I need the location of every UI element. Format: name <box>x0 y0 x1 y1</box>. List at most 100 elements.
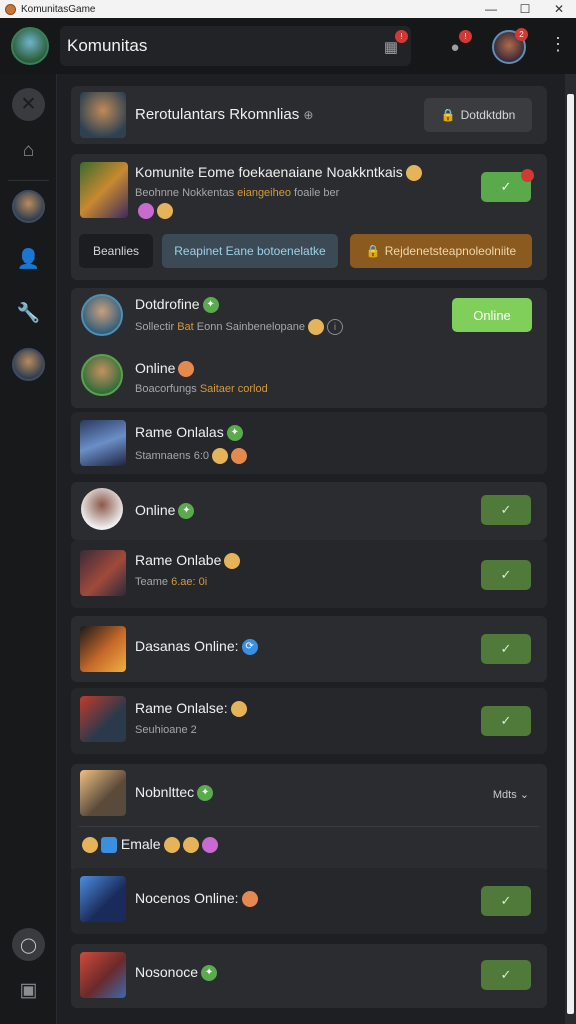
notification-box-icon[interactable]: ▦! <box>378 30 408 60</box>
community-logo-icon[interactable] <box>11 27 49 65</box>
reaction-icon <box>157 202 173 219</box>
lock-icon: 🔒 <box>365 244 381 258</box>
app-header: Komunitas ▦! ●! 2 ⋮ <box>0 18 576 74</box>
reaction-icon <box>308 319 325 335</box>
scrollbar[interactable] <box>565 74 576 1024</box>
globe-icon: ⊕ <box>303 108 314 122</box>
check-button[interactable]: ✓ <box>481 634 531 664</box>
card-divider <box>79 826 539 827</box>
game-icon <box>101 837 117 854</box>
row-title: Rame Onlalse: <box>135 700 247 718</box>
window-title: KomunitasGame <box>21 3 96 15</box>
list-item[interactable]: Rame Onlabe Teame 6.ae: 0i ✓ <box>71 540 547 608</box>
list-group-card: Nobnlttec ✦ Mdts ⌄ Emale <box>71 764 547 874</box>
list-game-thumbnail <box>80 876 126 922</box>
featured-button-a[interactable]: Beanlies <box>79 234 153 268</box>
check-button[interactable]: ✓ <box>481 495 531 525</box>
online-status-icon: ✦ <box>201 965 218 982</box>
online-button[interactable]: Online <box>452 298 532 332</box>
row-title: Dasanas Online: ⟳ <box>135 638 258 656</box>
row-subtitle: Seuhioane 2 <box>135 724 197 736</box>
row-title: Nosonoce ✦ <box>135 964 218 982</box>
home-icon[interactable]: ⌂ <box>12 134 45 167</box>
wrench-icon[interactable]: 🔧 <box>12 296 45 329</box>
banner-action-button[interactable]: 🔒 Dotdktdbn <box>424 98 532 132</box>
list-game-thumbnail <box>80 420 126 466</box>
sidebar: ✕ ⌂ 👤 🔧 ◯ ▣ <box>0 74 57 1024</box>
maximize-button[interactable]: ☐ <box>508 2 542 16</box>
trash-icon[interactable]: ▣ <box>12 974 45 1007</box>
row-subtitle: Boacorfungs Saitaer corlod <box>135 383 268 395</box>
reaction-icon <box>178 361 195 378</box>
reaction-icon <box>212 448 229 464</box>
row-title: Nocenos Online: <box>135 890 258 908</box>
user-icon[interactable]: 👤 <box>12 242 45 275</box>
check-button[interactable]: ✓ <box>481 960 531 990</box>
online-card: Dotdrofine ✦ Sollectir Bat Eonn Sainbenel… <box>71 288 547 408</box>
online-status-icon: ✦ <box>202 297 219 314</box>
online-status-icon: ✦ <box>226 425 243 442</box>
scrollbar-thumb[interactable] <box>567 94 574 1014</box>
reaction-icon <box>201 837 218 854</box>
list-game-thumbnail <box>80 770 126 816</box>
community-banner: Rerotulantars Rkomnlias ⊕ 🔒 Dotdktdbn <box>71 86 547 144</box>
check-button[interactable]: ✓ <box>481 886 531 916</box>
featured-game-thumbnail <box>80 162 128 218</box>
emoji-icon <box>405 165 422 182</box>
avatar-badge: 2 <box>515 28 528 41</box>
row-subtitle: Stamnaens 6:0 <box>135 448 248 464</box>
reaction-icon <box>241 891 258 908</box>
reaction-icon <box>182 837 199 854</box>
list-game-thumbnail <box>80 550 126 596</box>
check-button[interactable]: ✓ <box>481 560 531 590</box>
row-title: Online <box>135 360 195 378</box>
list-game-thumbnail <box>80 952 126 998</box>
user-avatar[interactable]: 2 <box>492 28 528 64</box>
featured-button-b[interactable]: Reapinet Eane botoenelatke <box>162 234 338 268</box>
alerts-icon[interactable]: ●! <box>442 30 472 60</box>
online-title: Dotdrofine ✦ <box>135 296 219 314</box>
alerts-badge: ! <box>459 30 472 43</box>
sidebar-game-avatar[interactable] <box>12 190 45 223</box>
more-dropdown[interactable]: Mdts ⌄ <box>493 788 529 801</box>
row-title: Emale <box>79 836 218 854</box>
featured-button-c[interactable]: 🔒 Rejdenetsteapnoleolniite <box>350 234 532 268</box>
featured-join-button[interactable]: ✓ <box>481 169 534 202</box>
list-item[interactable]: Dasanas Online: ⟳ ✓ <box>71 616 547 682</box>
close-window-button[interactable]: ✕ <box>542 2 576 16</box>
row-subtitle: Teame 6.ae: 0i <box>135 576 208 588</box>
row-title: Rame Onlalas ✦ <box>135 424 243 442</box>
close-circle-icon[interactable]: ✕ <box>12 88 45 121</box>
profile-icon[interactable]: ◯ <box>12 928 45 961</box>
online-subtitle: Sollectir Bat Eonn Sainbenelopane i <box>135 319 344 335</box>
main-content: Rerotulantars Rkomnlias ⊕ 🔒 Dotdktdbn Kom… <box>57 74 565 1024</box>
featured-community-card: Komunite Eome foekaenaiane Noakkntkais B… <box>71 154 547 280</box>
row-title: Nobnlttec ✦ <box>135 784 214 802</box>
check-button[interactable]: ✓ <box>481 706 531 736</box>
reaction-icon <box>138 202 154 219</box>
sidebar-game-avatar-2[interactable] <box>12 348 45 381</box>
online-avatar <box>81 294 123 336</box>
sidebar-divider <box>8 180 49 181</box>
list-item[interactable]: Nocenos Online: ✓ <box>71 868 547 934</box>
more-options-icon[interactable]: ⋮ <box>549 34 567 55</box>
banner-game-thumbnail <box>80 92 126 138</box>
list-item[interactable]: Rame Onlalas ✦ Stamnaens 6:0 <box>71 412 547 474</box>
notification-badge: ! <box>395 30 408 43</box>
info-icon: i <box>327 319 344 335</box>
status-icon: ⟳ <box>241 639 258 656</box>
minimize-button[interactable]: — <box>474 2 508 16</box>
featured-badge <box>521 169 534 182</box>
list-item[interactable]: Rame Onlalse: Seuhioane 2 ✓ <box>71 688 547 754</box>
list-item[interactable]: Online ✦ ✓ <box>71 482 547 540</box>
row-title: Online ✦ <box>135 502 195 520</box>
reaction-icon <box>163 837 180 854</box>
window-titlebar: KomunitasGame — ☐ ✕ <box>0 0 576 18</box>
list-item[interactable]: Nosonoce ✦ ✓ <box>71 944 547 1008</box>
featured-reactions <box>135 202 173 220</box>
reaction-icon <box>224 553 241 570</box>
list-avatar <box>81 354 123 396</box>
online-status-icon: ✦ <box>178 503 195 520</box>
page-title: Komunitas <box>60 26 411 66</box>
app-icon <box>5 3 16 15</box>
